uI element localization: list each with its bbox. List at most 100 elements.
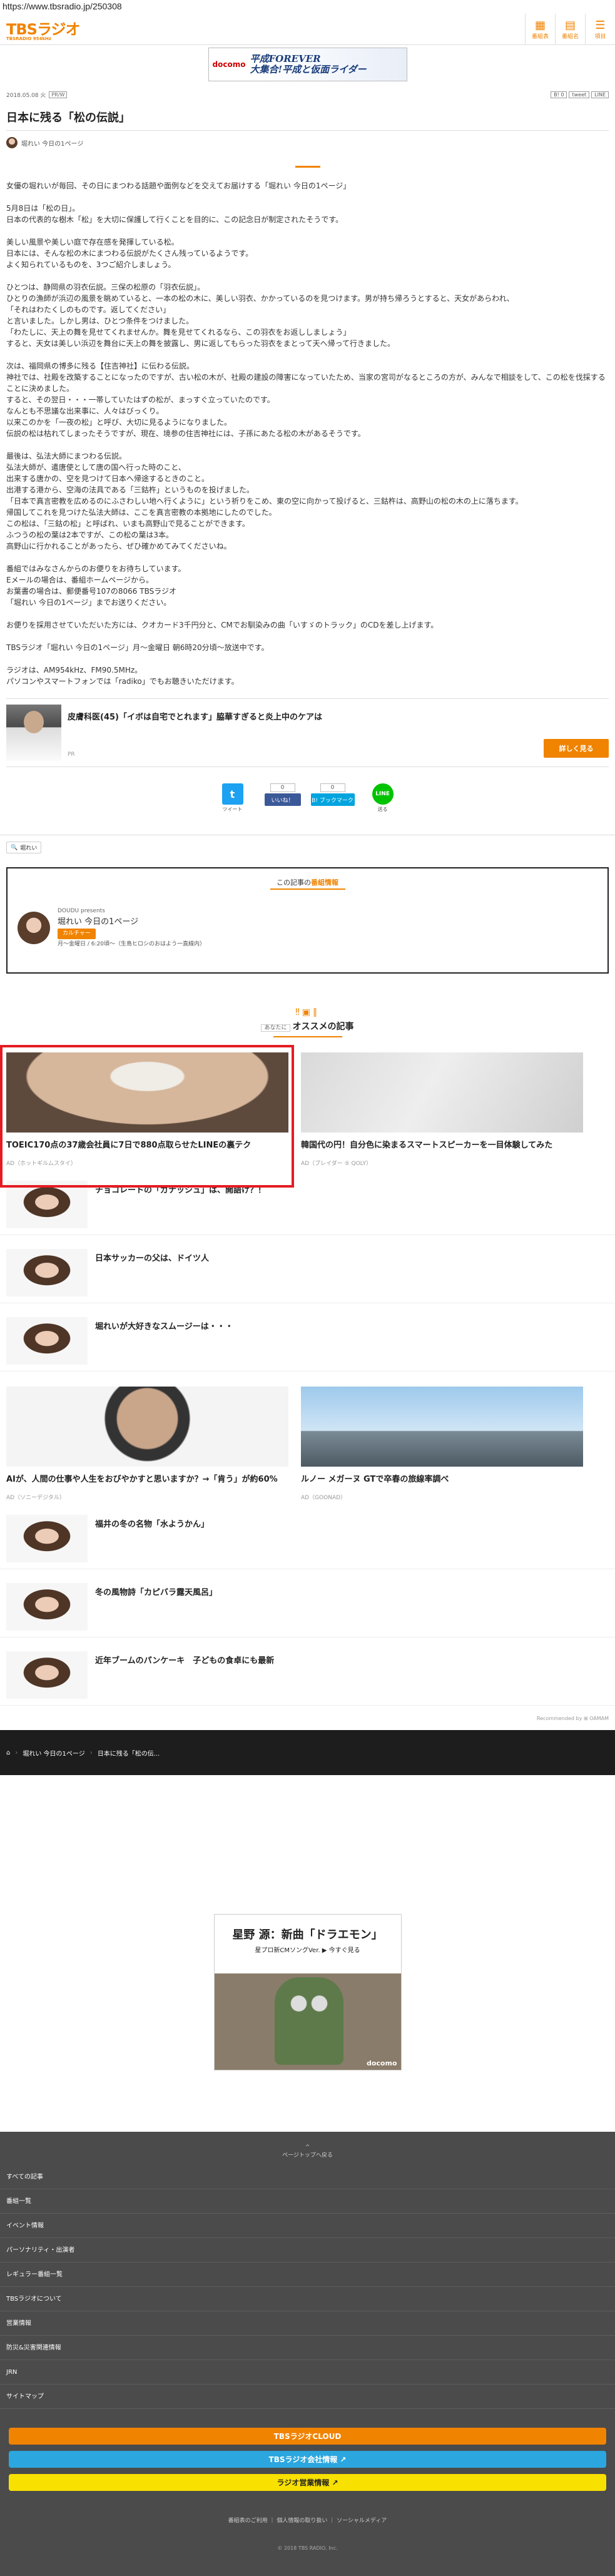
list-title[interactable]: 福井の冬の名物「水ようかん」 [95, 1517, 209, 1529]
program-category[interactable]: カルチャー [58, 929, 96, 939]
home-icon[interactable]: ⌂ [6, 1749, 10, 1756]
meta-tweet-button[interactable]: tweet [569, 91, 590, 98]
mid-ad-brand: docomo [366, 2059, 397, 2067]
logo-text: TBSラジオ [6, 21, 80, 38]
program-tag[interactable]: 🔍 堀れい [6, 842, 42, 853]
address-bar[interactable]: https://www.tbsradio.jp/250308 [0, 0, 615, 14]
promo-text: 皮膚科医(45)「イボは自宅でとれます」脇華すぎると炎上中のケアは [68, 713, 322, 722]
recommend-list-item[interactable]: 福井の冬の名物「水ようかん」 [0, 1515, 615, 1569]
meta-line-button[interactable]: LINE [591, 91, 609, 98]
ad-line2: 大集合!平成と仮面ライダー [250, 64, 367, 75]
list-title[interactable]: 近年ブームのパンケーキ 子どもの食卓にも最新 [95, 1654, 274, 1666]
recommend-title: あなたに オススメの記事 [0, 1020, 615, 1032]
share-buttons: t ツイート 0 いいね！ 0 B! ブックマーク LINE 送る [0, 783, 615, 822]
site-logo[interactable]: TBSラジオ TBSRADIO 954kHz [6, 17, 80, 41]
footer-link[interactable]: 防災&災害関連情報 [0, 2336, 615, 2360]
recommend-card[interactable]: AIが、人間の仕事や人生をおびやかすと思いますか？→「肯う」が約60% AD（ソ… [6, 1387, 288, 1501]
share-hatena[interactable]: 0 B! ブックマーク [310, 783, 355, 822]
article-program[interactable]: 堀れい 今日の1ページ [0, 131, 615, 155]
recommended-by[interactable]: Recommended by ⊞ OAMAM [0, 1706, 615, 1721]
list-title[interactable]: 日本サッカーの父は、ドイツ人 [95, 1251, 209, 1263]
recommend-cards-top: TOEIC170点の37歳会社員に7日で880点取らせたLINEの裏テク AD（… [0, 1045, 615, 1188]
mid-ad-banner[interactable]: 星野 源：新曲「ドラエモン」 星プロ新CMソングVer. ▶ 今すぐ見る doc… [213, 1914, 402, 2070]
footer-link[interactable]: イベント情報 [0, 2214, 615, 2238]
paragraph: 次は、福岡県の博多に残る【住吉神社】に伝わる伝説。 神社では、社殿を改築すること… [6, 362, 606, 438]
footer-link[interactable]: 営業情報 [0, 2311, 615, 2336]
footer-link[interactable]: TBSラジオについて [0, 2287, 615, 2311]
article-title: 日本に残る「松の伝説」 [6, 103, 609, 131]
hamburger-icon: ☰ [595, 18, 606, 32]
list-thumbnail [6, 1181, 88, 1228]
footer-link[interactable]: すべての記事 [0, 2165, 615, 2189]
sales-info-button[interactable]: ラジオ営業情報 ↗ [9, 2474, 606, 2491]
card-title[interactable]: ルノー メガーヌ GTで卒春の旅線率調べ [301, 1474, 583, 1485]
program-info-box: この記事の番組情報 DOUDU presents 堀れい 今日の1ページ カルチ… [6, 867, 609, 974]
program-avatar [6, 137, 18, 148]
article-body: 女優の堀れいが毎回、その日にまつわる話題や面例などを交えてお届けする「堀れい 今… [0, 180, 615, 687]
footer-link[interactable]: パーソナリティ・出演者 [0, 2238, 615, 2263]
meta-hatena-button[interactable]: B! 0 [551, 91, 567, 98]
article-meta: 2018.05.08 火 PR/W B! 0 tweet LINE [0, 90, 615, 99]
recommend-section: ‼▣‖ あなたに オススメの記事 TOEIC170点の37歳会社員に7日で880点… [0, 1007, 615, 1721]
recommend-list-item[interactable]: 冬の風物詩「カピバラ露天風呂」 [0, 1583, 615, 1637]
recommend-list-item[interactable]: チョコレートの「ガナッシュ」は、開語け？！ [0, 1181, 615, 1235]
recommend-underline [273, 1036, 342, 1037]
schedule-button[interactable]: ▦ 番組表 [525, 14, 555, 45]
program-schedule: 月～金曜日 / 6:20頃～（生島ヒロシのおはよう一直線内） [58, 941, 205, 947]
recommend-list-item[interactable]: 日本サッカーの父は、ドイツ人 [0, 1249, 615, 1303]
breadcrumb-program[interactable]: 堀れい 今日の1ページ [23, 1748, 84, 1758]
card-title[interactable]: TOEIC170点の37歳会社員に7日で880点取らせたLINEの裏テク [6, 1140, 288, 1151]
program-info-text: DOUDU presents 堀れい 今日の1ページ カルチャー 月～金曜日 /… [58, 906, 205, 950]
footer-nav: すべての記事 番組一覧 イベント情報 パーソナリティ・出演者 レギュラー番組一覧… [0, 2165, 615, 2409]
tbs-cloud-button[interactable]: TBSラジオCLOUD [9, 2428, 606, 2445]
meta-share: B! 0 tweet LINE [551, 91, 609, 98]
list-title[interactable]: 冬の風物詩「カピバラ露天風呂」 [95, 1586, 217, 1597]
footer-link[interactable]: サイトマップ [0, 2385, 615, 2409]
recommend-card[interactable]: 韓国代の円！自分色に染まるスマートスピーカーを一目体験してみた AD（ブレイダー… [301, 1052, 583, 1167]
like-button[interactable]: いいね！ [264, 793, 301, 806]
card-source: AD（ソニーデジタル） [6, 1495, 65, 1501]
program-info-body[interactable]: DOUDU presents 堀れい 今日の1ページ カルチャー 月～金曜日 /… [18, 906, 597, 950]
schedule-label: 番組表 [531, 33, 549, 40]
menu-button[interactable]: ☰ 項目 [585, 14, 615, 45]
card-title[interactable]: 韓国代の円！自分色に染まるスマートスピーカーを一目体験してみた [301, 1140, 583, 1151]
program-name[interactable]: 堀れい 今日の1ページ [58, 917, 205, 927]
mid-ad-line1: 星野 源：新曲「ドラエモン」 [232, 1928, 383, 1942]
share-line[interactable]: LINE 送る [365, 783, 401, 822]
company-info-button[interactable]: TBSラジオ会社情報 ↗ [9, 2451, 606, 2468]
promo-button[interactable]: 詳しく見る [544, 739, 609, 758]
breadcrumb-separator: › [89, 1749, 93, 1756]
card-image [301, 1387, 583, 1467]
footer-link[interactable]: JRN [0, 2360, 615, 2385]
program-avatar-large [18, 912, 50, 944]
twitter-icon: t [221, 783, 243, 805]
share-twitter[interactable]: t ツイート [215, 783, 251, 822]
card-title[interactable]: AIが、人間の仕事や人生をおびやかすと思いますか？→「肯う」が約60% [6, 1474, 288, 1485]
recommend-card[interactable]: TOEIC170点の37歳会社員に7日で880点取らせたLINEの裏テク AD（… [0, 1045, 294, 1188]
hatena-button[interactable]: B! ブックマーク [310, 793, 355, 806]
programs-button[interactable]: ▤ 番組名 [555, 14, 585, 45]
footer-link[interactable]: 番組一覧 [0, 2189, 615, 2214]
list-title[interactable]: チョコレートの「ガナッシュ」は、開語け？！ [95, 1183, 266, 1195]
heading-underline [270, 888, 345, 890]
card-image [301, 1052, 583, 1133]
recommend-list-item[interactable]: 堀れいが大好きなスムージーは・・・ [0, 1317, 615, 1372]
article-tag[interactable]: PR/W [49, 91, 68, 98]
paragraph: 最後は、弘法大師にまつわる伝説。 弘法大師が、遣唐使として唐の国へ行った時のこと… [6, 452, 523, 551]
paragraph: ひとつは、静岡県の羽衣伝説。三保の松原の「羽衣伝説」。 ひとりの漁師が浜辺の風景… [6, 283, 514, 348]
recommend-list-item[interactable]: 近年ブームのパンケーキ 子どもの食卓にも最新 [0, 1651, 615, 1706]
breadcrumb-separator: › [15, 1749, 18, 1756]
top-ad-banner[interactable]: docomo 平成FOREVER 大集合!平成と仮面ライダー [208, 48, 407, 81]
share-like[interactable]: 0 いいね！ [264, 783, 301, 822]
recommend-card[interactable]: ルノー メガーヌ GTで卒春の旅線率調べ AD（GOONAD） [301, 1387, 583, 1501]
calendar-icon: ▦ [534, 18, 546, 32]
program-label: 堀れい 今日の1ページ [21, 140, 84, 148]
page-top-button[interactable]: ^ ページトップへ戻る [0, 2132, 615, 2165]
list-title[interactable]: 堀れいが大好きなスムージーは・・・ [95, 1320, 233, 1331]
recommend-heading: ‼▣‖ あなたに オススメの記事 [0, 1007, 615, 1037]
footer-small-links[interactable]: 番組表のご利用 ｜ 個人情報の取り扱い ｜ ソーシャルメディア [0, 2516, 615, 2524]
list-icon: ▤ [564, 18, 576, 32]
promo-ad[interactable]: 皮膚科医(45)「イボは自宅でとれます」脇華すぎると炎上中のケアは PR 詳しく… [6, 698, 609, 767]
footer-link[interactable]: レギュラー番組一覧 [0, 2263, 615, 2287]
recommend-tag: あなたに [261, 1024, 290, 1032]
